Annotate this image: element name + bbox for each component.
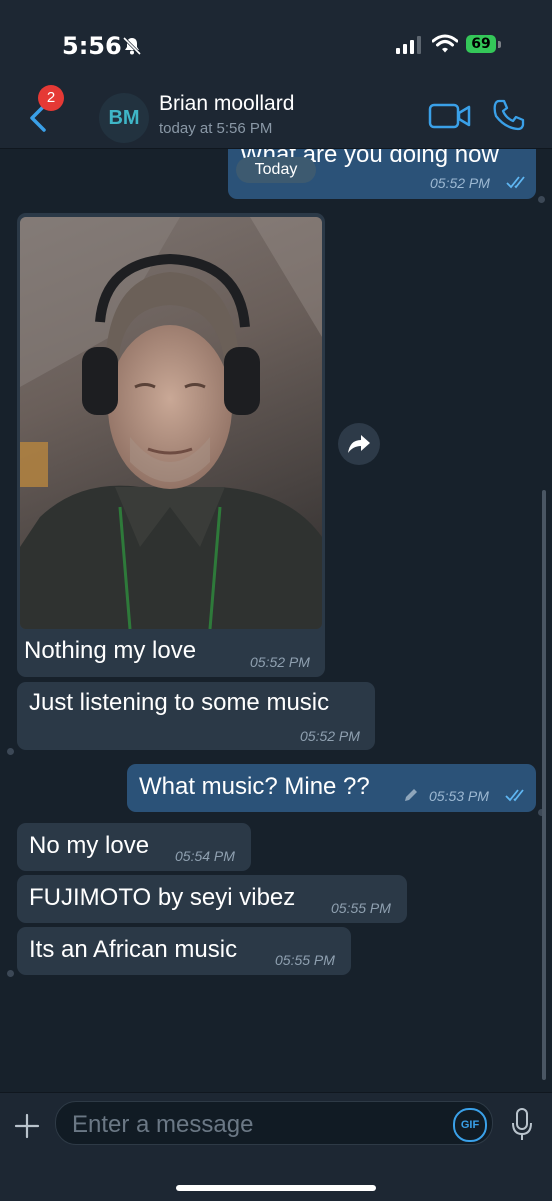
photo-image bbox=[20, 217, 322, 629]
message-text: What music? Mine ?? bbox=[139, 773, 370, 800]
message-composer: Enter a message GIF bbox=[0, 1092, 552, 1201]
message-time: 05:52 PM bbox=[300, 728, 360, 744]
contact-last-seen: today at 5:56 PM bbox=[159, 120, 273, 137]
message-bubble-outgoing[interactable]: What music? Mine ?? 05:53 PM bbox=[127, 764, 536, 812]
message-tail-dot bbox=[7, 970, 14, 977]
home-indicator bbox=[176, 1185, 376, 1191]
avatar[interactable]: BM bbox=[99, 93, 149, 143]
double-check-icon bbox=[505, 789, 524, 802]
scrollbar[interactable] bbox=[542, 490, 546, 1080]
status-bar: 5:56 69 bbox=[0, 0, 552, 80]
mic-icon[interactable] bbox=[510, 1107, 534, 1143]
message-time: 05:53 PM bbox=[429, 788, 489, 804]
bell-slash-icon bbox=[122, 36, 142, 56]
message-bubble-incoming[interactable]: Its an African music 05:55 PM bbox=[17, 927, 351, 975]
share-icon bbox=[348, 435, 370, 453]
message-text: Its an African music bbox=[29, 936, 238, 963]
message-bubble-incoming[interactable]: FUJIMOTO by seyi vibez 05:55 PM bbox=[17, 875, 407, 923]
share-button[interactable] bbox=[338, 423, 380, 465]
message-time: 05:55 PM bbox=[331, 900, 391, 916]
message-bubble-incoming[interactable]: Just listening to some music 05:52 PM bbox=[17, 682, 375, 750]
wifi-icon bbox=[432, 34, 458, 53]
gif-button[interactable]: GIF bbox=[453, 1108, 487, 1142]
contact-name[interactable]: Brian moollard bbox=[159, 92, 294, 116]
battery-indicator: 69 bbox=[466, 35, 496, 53]
unread-badge: 2 bbox=[38, 85, 64, 111]
message-text: Nothing my love bbox=[24, 637, 197, 664]
message-input-placeholder: Enter a message bbox=[72, 1111, 254, 1138]
status-time: 5:56 bbox=[62, 32, 122, 60]
chat-header: 2 BM Brian moollard today at 5:56 PM bbox=[0, 80, 552, 149]
plus-icon[interactable] bbox=[14, 1113, 40, 1139]
date-separator: Today bbox=[236, 157, 316, 183]
message-tail-dot bbox=[7, 748, 14, 755]
message-time: 05:54 PM bbox=[175, 848, 235, 864]
message-input[interactable]: Enter a message GIF bbox=[55, 1101, 493, 1145]
message-tail-dot bbox=[538, 196, 545, 203]
message-time: 05:55 PM bbox=[275, 952, 335, 968]
phone-icon[interactable] bbox=[492, 98, 526, 132]
signal-icon bbox=[396, 36, 421, 54]
message-time: 05:52 PM bbox=[250, 654, 310, 670]
message-list[interactable]: What are you doing now 05:52 PM Today No… bbox=[0, 149, 552, 1092]
message-text: Just listening to some music bbox=[29, 689, 330, 716]
photo-attachment[interactable] bbox=[20, 217, 322, 629]
double-check-icon bbox=[506, 176, 525, 189]
video-call-icon[interactable] bbox=[428, 101, 472, 131]
battery-cap bbox=[498, 41, 501, 48]
pencil-icon bbox=[405, 789, 417, 801]
message-bubble-incoming[interactable]: No my love 05:54 PM bbox=[17, 823, 251, 871]
message-time: 05:52 PM bbox=[430, 175, 490, 191]
message-text: No my love bbox=[29, 832, 150, 859]
message-text: FUJIMOTO by seyi vibez bbox=[29, 884, 296, 911]
